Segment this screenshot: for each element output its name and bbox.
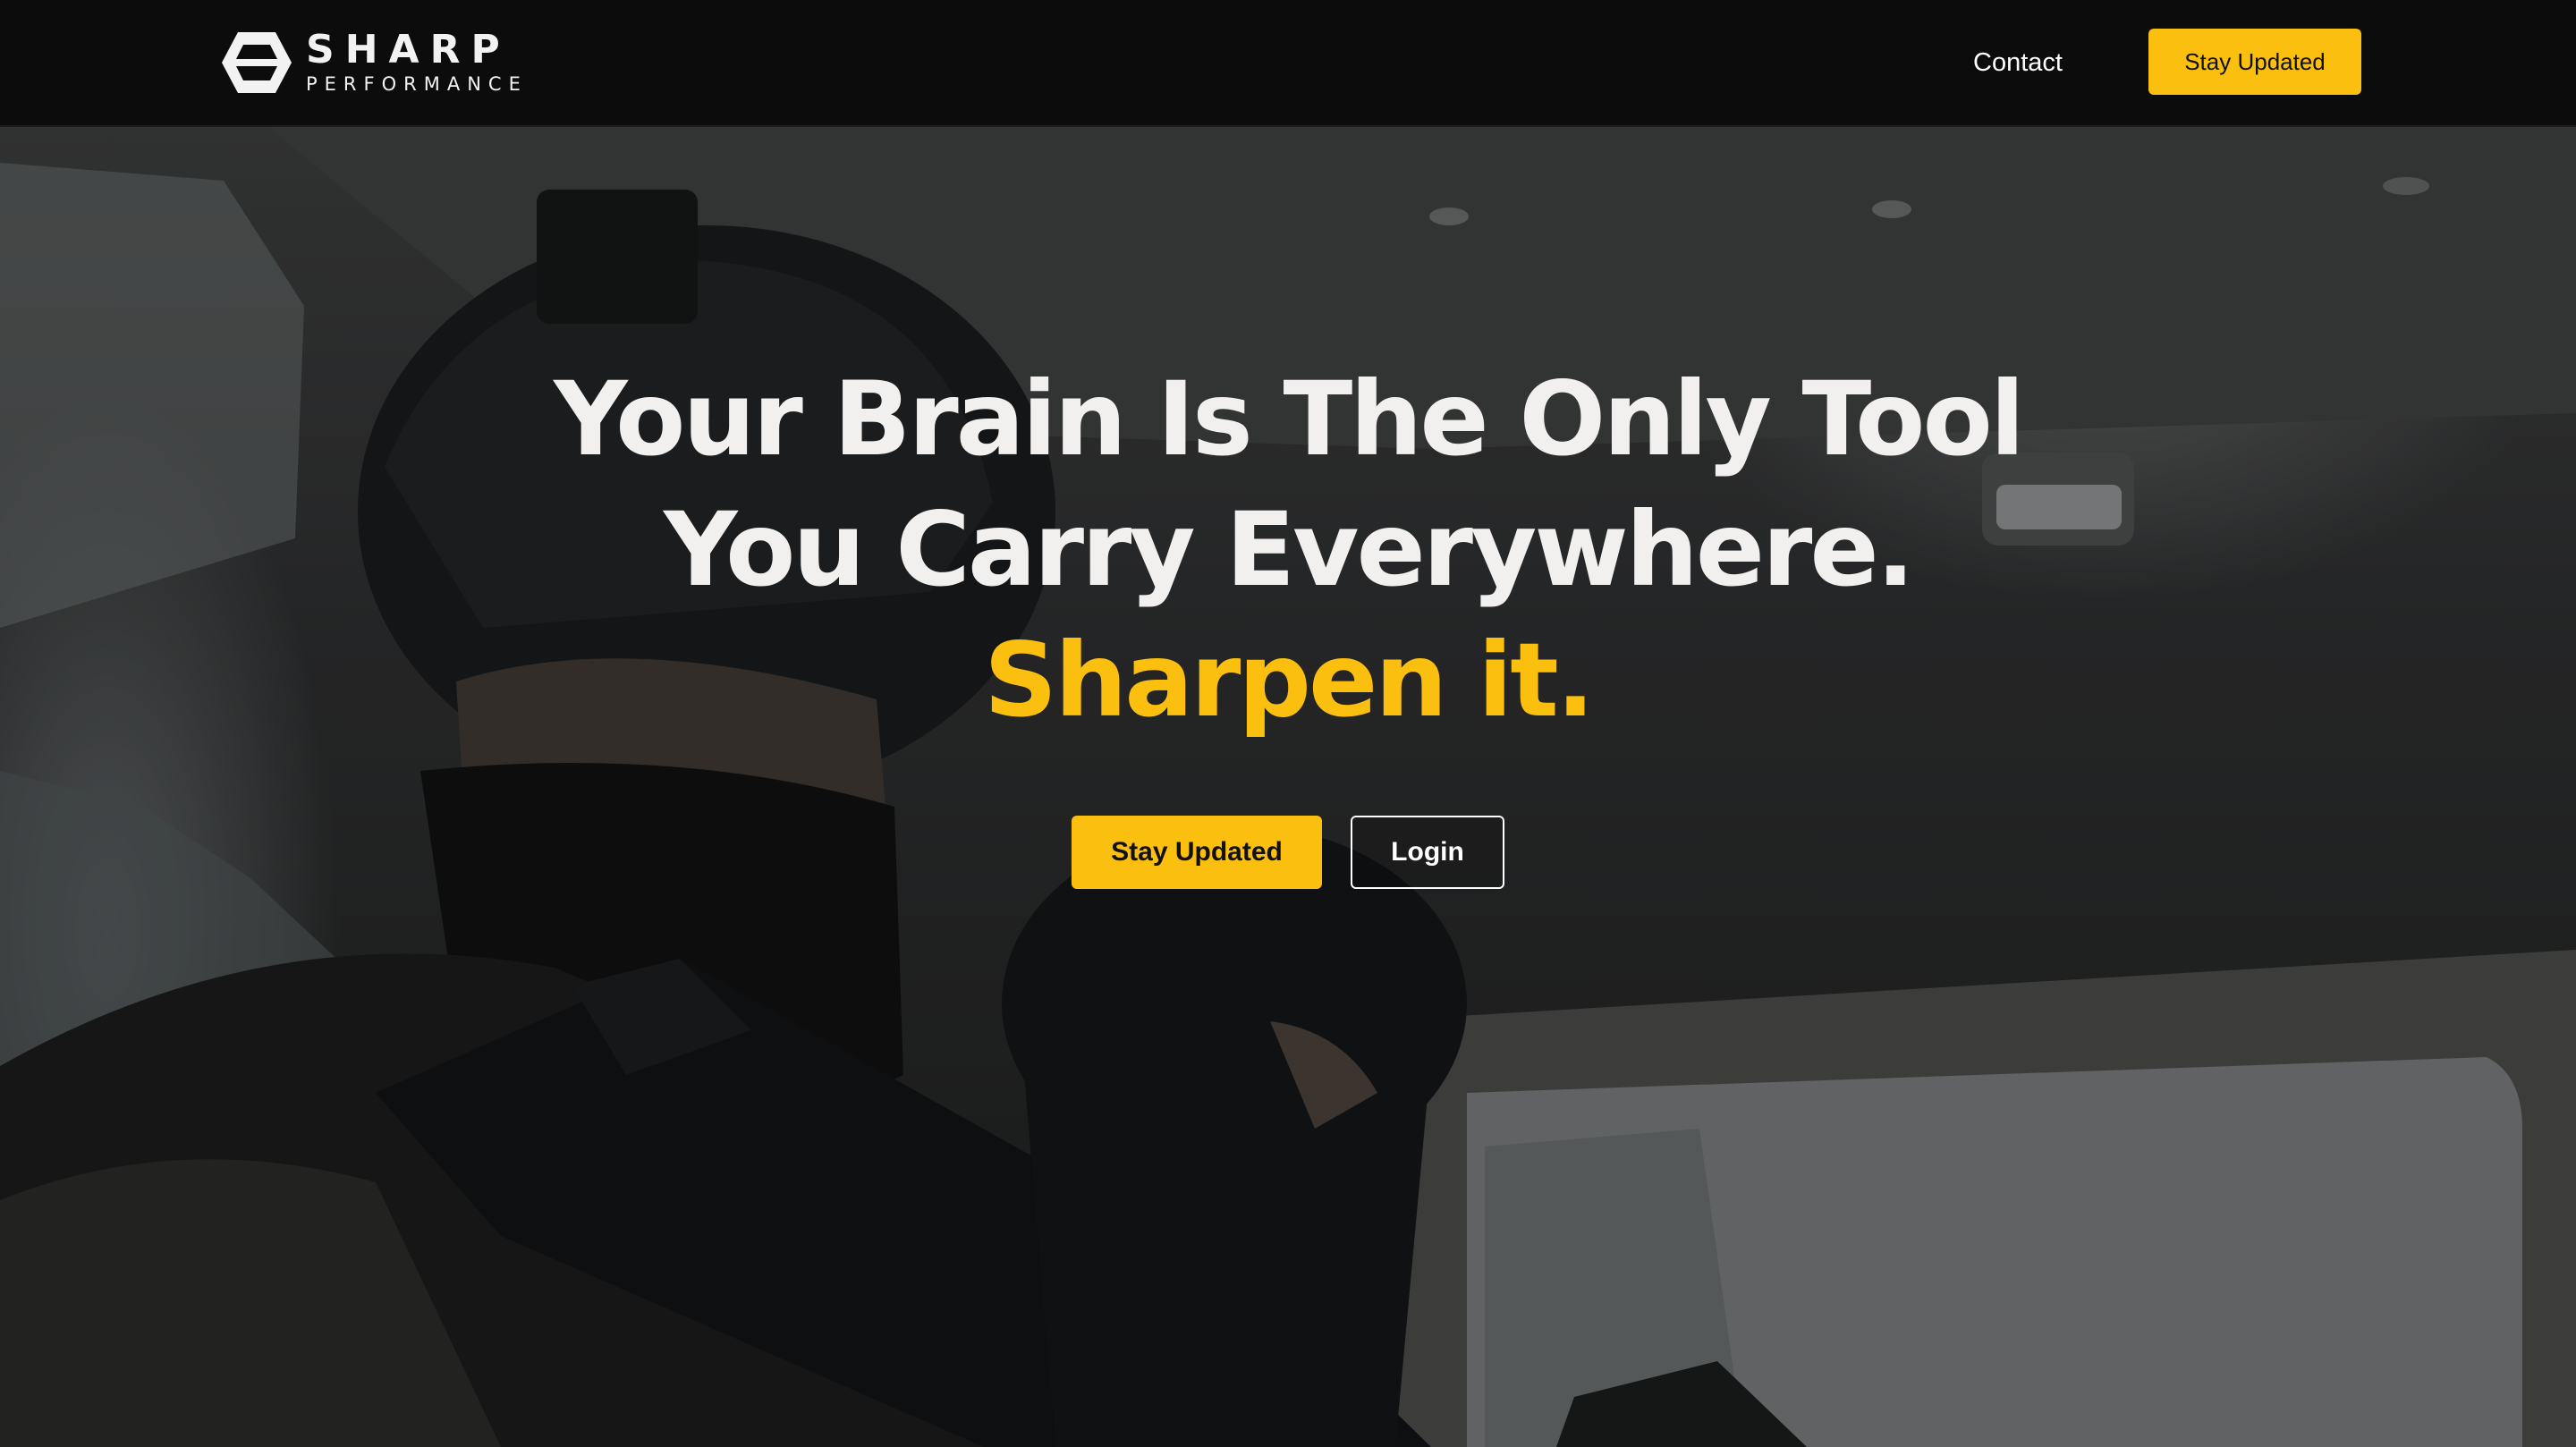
- nav-contact-link[interactable]: Contact: [1946, 41, 2089, 84]
- brand-name: SHARP: [306, 27, 511, 72]
- top-navbar: SHARP PERFORMANCE Contact Stay Updated: [0, 0, 2576, 127]
- headline-line-2: You Carry Everywhere.: [664, 490, 1915, 609]
- headline-line-1: Your Brain Is The Only Tool: [554, 360, 2025, 478]
- hero-section: Your Brain Is The Only Tool You Carry Ev…: [0, 127, 2576, 1447]
- hero-login-button[interactable]: Login: [1351, 816, 1504, 889]
- nav-stay-updated-button[interactable]: Stay Updated: [2148, 29, 2361, 95]
- brand-subtitle: PERFORMANCE: [306, 73, 528, 95]
- hero-headline: Your Brain Is The Only Tool You Carry Ev…: [394, 354, 2182, 746]
- hexagon-logo-icon: [222, 32, 292, 93]
- hero-overlay: [0, 127, 2576, 1447]
- hero-stay-updated-button[interactable]: Stay Updated: [1072, 816, 1322, 889]
- headline-accent: Sharpen it.: [983, 621, 1595, 740]
- brand-logo[interactable]: SHARP PERFORMANCE: [220, 25, 528, 100]
- brand-wordmark: SHARP PERFORMANCE: [306, 30, 528, 96]
